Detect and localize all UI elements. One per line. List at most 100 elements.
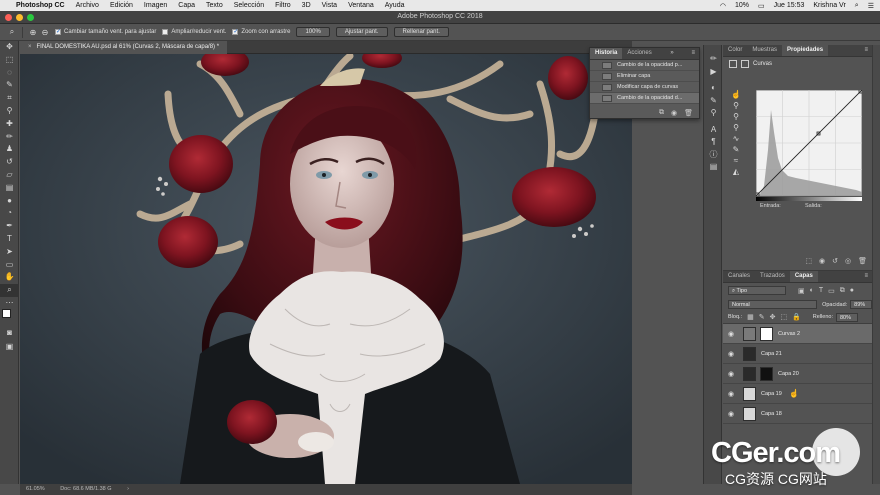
history-item[interactable]: Modificar capa de curvas xyxy=(590,82,699,93)
history-item[interactable]: Eliminar capa xyxy=(590,71,699,82)
paragraph-icon[interactable]: ¶ xyxy=(704,136,723,149)
reset-icon[interactable]: ↺ xyxy=(832,257,838,268)
eye-icon[interactable]: ◉ xyxy=(723,330,739,338)
move-tool-icon[interactable]: ✥ xyxy=(0,41,19,54)
layer-row-capa-19[interactable]: ◉ Capa 19 ☝ xyxy=(723,384,872,404)
eyedropper-tool-icon[interactable]: ⚲ xyxy=(0,105,19,118)
lock-pixels-icon[interactable]: ✎ xyxy=(759,313,765,321)
spotlight-icon[interactable]: ⌕ xyxy=(855,2,859,10)
layer-name[interactable]: Capa 19 xyxy=(761,391,782,397)
shape-tool-icon[interactable]: ▭ xyxy=(0,259,19,272)
resize-windows-checkbox[interactable] xyxy=(55,28,61,35)
eye-icon[interactable]: ◉ xyxy=(723,390,739,398)
eye-icon[interactable]: ◉ xyxy=(723,410,739,418)
actions-play-icon[interactable]: ▶ xyxy=(704,66,723,79)
lasso-tool-icon[interactable]: ◌ xyxy=(0,67,19,80)
menu-app-name[interactable]: Photoshop CC xyxy=(16,2,65,9)
layer-row-capa-18[interactable]: ◉ Capa 18 xyxy=(723,404,872,424)
user-name[interactable]: Krishna Vr xyxy=(813,2,845,9)
tab-muestras[interactable]: Muestras xyxy=(747,45,782,56)
brush-settings-icon[interactable]: ✏ xyxy=(704,53,723,66)
notification-center-icon[interactable]: ☰ xyxy=(868,2,874,10)
filter-smart-icon[interactable]: ⧉ xyxy=(840,287,845,295)
wifi-icon[interactable]: ◠ xyxy=(720,2,726,10)
trash-icon[interactable]: 🗑 xyxy=(858,257,867,268)
zoom-all-option[interactable]: Ampliar/reducir vent. xyxy=(162,29,226,35)
lock-transparency-icon[interactable]: ▦ xyxy=(747,313,754,321)
tab-trazados[interactable]: Trazados xyxy=(755,271,790,282)
layer-row-capa-21[interactable]: ◉ Capa 21 xyxy=(723,344,872,364)
lock-position-icon[interactable]: ✥ xyxy=(770,313,776,321)
filter-type-icon[interactable]: T xyxy=(819,287,823,294)
tab-historia[interactable]: Historia xyxy=(590,48,623,59)
menu-seleccion[interactable]: Selección xyxy=(234,2,264,9)
menu-filtro[interactable]: Filtro xyxy=(275,2,291,9)
status-zoom[interactable]: 61.05% xyxy=(26,486,45,492)
resize-windows-option[interactable]: Cambiar tamaño vent. para ajustar xyxy=(55,28,156,35)
trash-icon[interactable]: 🗑 xyxy=(684,109,693,117)
lock-all-icon[interactable]: 🔒 xyxy=(792,313,801,321)
curves-graph[interactable] xyxy=(756,90,862,196)
history-brush-icon[interactable]: ↺ xyxy=(0,156,19,169)
layer-mask-thumbnail[interactable] xyxy=(760,326,773,341)
zoom-all-checkbox[interactable] xyxy=(162,29,169,35)
gradient-tool-icon[interactable]: ▤ xyxy=(0,182,19,195)
gray-point-eyedropper-icon[interactable]: ⚲ xyxy=(729,112,743,123)
fit-screen-button[interactable]: Ajustar pant. xyxy=(335,27,388,37)
eye-icon[interactable]: ◉ xyxy=(723,350,739,358)
snapshot-camera-icon[interactable]: ◉ xyxy=(671,109,677,117)
quick-select-tool-icon[interactable]: ✎ xyxy=(0,79,19,92)
battery-value[interactable]: 10% xyxy=(735,2,749,9)
marquee-tool-icon[interactable]: ⬚ xyxy=(0,54,19,67)
zoom-in-icon[interactable]: ⊕ xyxy=(27,28,39,37)
tab-acciones[interactable]: Acciones xyxy=(622,48,656,59)
menu-imagen[interactable]: Imagen xyxy=(144,2,167,9)
brush-presets-icon[interactable]: ✎ xyxy=(704,95,723,108)
dodge-tool-icon[interactable]: ◔ xyxy=(0,207,19,220)
panel-menu-icon[interactable]: ≡ xyxy=(864,271,872,282)
clock[interactable]: Jue 15:53 xyxy=(774,2,805,9)
history-item-selected[interactable]: Cambio de la opacidad d... xyxy=(590,93,699,104)
brush-tool-icon[interactable]: ✏ xyxy=(0,131,19,144)
pen-tool-icon[interactable]: ✒ xyxy=(0,220,19,233)
zoom-tool-icon[interactable]: ⌕ xyxy=(6,27,18,37)
layer-name[interactable]: Capa 18 xyxy=(761,411,782,417)
layer-row-capa-20[interactable]: ◉ Capa 20 xyxy=(723,364,872,384)
auto-icon[interactable]: ◭ xyxy=(729,167,743,178)
foreground-color-swatch[interactable] xyxy=(2,309,11,318)
fill-screen-button[interactable]: Rellenar pant. xyxy=(393,27,449,37)
panel-scrollbar[interactable] xyxy=(872,45,880,484)
on-image-adjust-icon[interactable]: ☝ xyxy=(729,90,743,101)
blur-tool-icon[interactable]: ● xyxy=(0,195,19,208)
notes-icon[interactable]: ▤ xyxy=(704,161,723,174)
fill-input[interactable]: 80% xyxy=(835,312,858,322)
eraser-tool-icon[interactable]: ▱ xyxy=(0,169,19,182)
smooth-curve-icon[interactable]: ≈ xyxy=(729,156,743,167)
layer-name[interactable]: Curvas 2 xyxy=(778,331,800,337)
screen-mode-icon[interactable]: ▣ xyxy=(0,341,19,354)
layer-mask-thumbnail[interactable] xyxy=(760,366,773,381)
menu-texto[interactable]: Texto xyxy=(206,2,223,9)
menu-3d[interactable]: 3D xyxy=(302,2,311,9)
clone-source-icon[interactable]: ⚲ xyxy=(704,107,723,120)
lock-artboard-icon[interactable]: ⬚ xyxy=(780,313,787,321)
document-canvas[interactable] xyxy=(20,54,632,484)
info-icon[interactable]: ⓘ xyxy=(704,149,723,162)
status-arrow-icon[interactable]: › xyxy=(127,486,129,492)
zoom-out-icon[interactable]: ⊖ xyxy=(39,28,51,37)
history-item[interactable]: Cambio de la opacidad p... xyxy=(590,60,699,71)
crop-tool-icon[interactable]: ⌗ xyxy=(0,92,19,105)
menu-ayuda[interactable]: Ayuda xyxy=(385,2,405,9)
menu-edicion[interactable]: Edición xyxy=(110,2,133,9)
panel-collapse-icon[interactable]: » xyxy=(670,48,677,59)
clip-to-layer-icon[interactable]: ⬚ xyxy=(805,257,812,268)
character-icon[interactable]: A xyxy=(704,124,723,137)
pencil-curve-icon[interactable]: ✎ xyxy=(729,145,743,156)
tab-canales[interactable]: Canales xyxy=(723,271,755,282)
filter-pixel-icon[interactable]: ▣ xyxy=(798,287,805,295)
layer-filter-select[interactable]: ⌕ Tipo xyxy=(728,286,786,295)
scrubby-zoom-option[interactable]: Zoom con arrastre xyxy=(232,28,290,35)
path-select-tool-icon[interactable]: ➤ xyxy=(0,246,19,259)
type-tool-icon[interactable]: T xyxy=(0,233,19,246)
menu-archivo[interactable]: Archivo xyxy=(76,2,99,9)
